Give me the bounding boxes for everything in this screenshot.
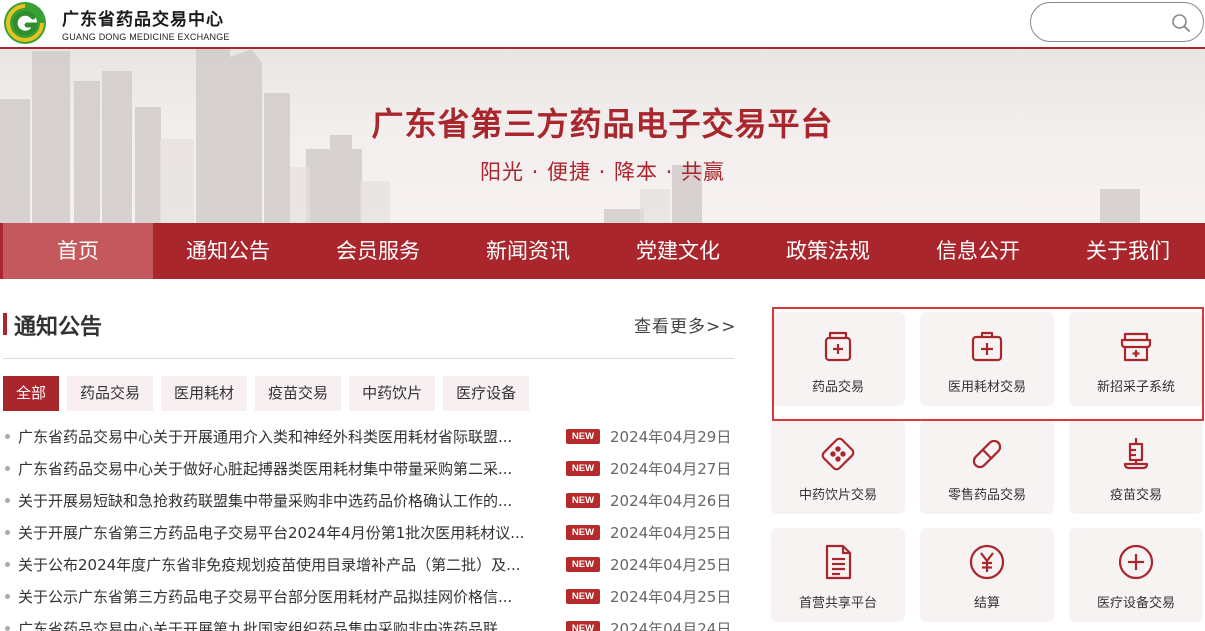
tab-medical-equipment[interactable]: 医疗设备 [443,376,530,411]
site-header: 广东省药品交易中心 GUANG DONG MEDICINE EXCHANGE [0,0,1205,47]
notice-list: 广东省药品交易中心关于开展通用介入类和神经外科类医用耗材省际联盟... NEW … [3,421,743,631]
new-badge: NEW [566,493,600,508]
section-divider [3,358,734,359]
new-badge: NEW [566,429,600,444]
nav-item-notices[interactable]: 通知公告 [153,223,303,279]
list-item[interactable]: 关于公布2024年度广东省非免疫规划疫苗使用目录增补产品（第二批）及... NE… [3,549,743,581]
view-more-link[interactable]: 查看更多>> [634,312,737,337]
service-tile-medicine-trade[interactable]: 药品交易 [771,312,905,406]
document-icon [825,544,852,580]
tab-medical-consumables[interactable]: 医用耗材 [161,376,248,411]
bullet-icon [5,434,10,439]
hero-banner: 广东省第三方药品电子交易平台 阳光 · 便捷 · 降本 · 共赢 [0,49,1205,223]
section-title-marker [3,313,7,335]
org-name-cn: 广东省药品交易中心 [62,10,224,30]
new-badge: NEW [566,461,600,476]
notice-title[interactable]: 广东省药品交易中心关于做好心脏起搏器类医用耗材集中带量采购第二采... [18,458,548,479]
nav-item-member-services[interactable]: 会员服务 [303,223,453,279]
new-badge: NEW [566,589,600,604]
list-item[interactable]: 关于开展易短缺和急抢救药联盟集中带量采购非中选药品价格确认工作的... NEW … [3,485,743,517]
notice-date: 2024年04月26日 [610,492,732,510]
category-tabs: 全部 药品交易 医用耗材 疫苗交易 中药饮片 医疗设备 [3,376,537,411]
service-tile-procurement-system[interactable]: 新招采子系统 [1069,312,1203,406]
procurement-system-icon [1120,332,1152,362]
notice-date: 2024年04月25日 [610,524,732,542]
nav-item-about[interactable]: 关于我们 [1053,223,1203,279]
list-item[interactable]: 关于开展广东省第三方药品电子交易平台2024年4月份第1批次医用耗材议... N… [3,517,743,549]
section-title-notices: 通知公告 [14,315,103,340]
tab-all[interactable]: 全部 [3,376,60,411]
nav-item-disclosure[interactable]: 信息公开 [903,223,1053,279]
main-nav: 首页 通知公告 会员服务 新闻资讯 党建文化 政策法规 信息公开 关于我们 [0,223,1205,279]
banner-slogan: 阳光 · 便捷 · 降本 · 共赢 [479,160,726,184]
bullet-icon [5,530,10,535]
nav-item-party-culture[interactable]: 党建文化 [603,223,753,279]
search-input[interactable] [1045,11,1175,33]
notice-title[interactable]: 广东省药品交易中心关于开展通用介入类和神经外科类医用耗材省际联盟... [18,426,548,447]
list-item[interactable]: 广东省药品交易中心关于开展第九批国家组织药品集中采购非中选药品联... NEW … [3,613,743,631]
service-label: 医用耗材交易 [947,380,1026,395]
service-tile-retail-medicine[interactable]: 零售药品交易 [920,420,1054,514]
tab-vaccine-trade[interactable]: 疫苗交易 [255,376,342,411]
list-item[interactable]: 广东省药品交易中心关于做好心脏起搏器类医用耗材集中带量采购第二采... NEW … [3,453,743,485]
service-tile-consumables-trade[interactable]: 医用耗材交易 [920,312,1054,406]
service-label: 药品交易 [811,380,864,395]
bullet-icon [5,626,10,631]
list-item[interactable]: 广东省药品交易中心关于开展通用介入类和神经外科类医用耗材省际联盟... NEW … [3,421,743,453]
search-box [1030,2,1204,42]
plus-circle-icon [1118,544,1154,580]
medicine-box-icon [824,331,852,362]
service-label: 首营共享平台 [798,596,877,611]
new-badge: NEW [566,525,600,540]
service-tile-settlement[interactable]: 结算 [920,528,1054,622]
notice-title[interactable]: 关于开展广东省第三方药品电子交易平台2024年4月份第1批次医用耗材议... [18,522,548,543]
list-item[interactable]: 关于公示广东省第三方药品电子交易平台部分医用耗材产品拟挂网价格信... NEW … [3,581,743,613]
vaccine-icon [1123,438,1149,470]
org-name-en: GUANG DONG MEDICINE EXCHANGE [62,32,230,42]
notice-date: 2024年04月25日 [610,588,732,606]
bullet-icon [5,466,10,471]
bullet-icon [5,594,10,599]
service-tile-first-sale-sharing[interactable]: 首营共享平台 [771,528,905,622]
yen-icon [969,544,1005,580]
medical-kit-icon [971,331,1003,362]
tab-herbal-pieces[interactable]: 中药饮片 [349,376,436,411]
tab-medicine-trade[interactable]: 药品交易 [67,376,154,411]
notice-title[interactable]: 关于开展易短缺和急抢救药联盟集中带量采购非中选药品价格确认工作的... [18,490,548,511]
service-tile-equipment-trade[interactable]: 医疗设备交易 [1069,528,1203,622]
notice-date: 2024年04月27日 [610,460,732,478]
new-badge: NEW [566,557,600,572]
service-tile-herbal-trade[interactable]: 中药饮片交易 [771,420,905,514]
notice-date: 2024年04月25日 [610,556,732,574]
nav-item-home[interactable]: 首页 [3,223,153,279]
notice-date: 2024年04月24日 [610,620,732,631]
notice-title[interactable]: 广东省药品交易中心关于开展第九批国家组织药品集中采购非中选药品联... [18,618,548,631]
banner-title: 广东省第三方药品电子交易平台 [371,105,834,143]
service-label: 零售药品交易 [947,488,1026,503]
logo-icon[interactable] [3,1,47,45]
service-tile-vaccine-trade[interactable]: 疫苗交易 [1069,420,1203,514]
search-icon[interactable] [1171,13,1191,33]
notice-title[interactable]: 关于公示广东省第三方药品电子交易平台部分医用耗材产品拟挂网价格信... [18,586,548,607]
bullet-icon [5,562,10,567]
service-label: 医疗设备交易 [1096,596,1175,611]
nav-item-policies[interactable]: 政策法规 [753,223,903,279]
new-badge: NEW [566,621,600,631]
notice-date: 2024年04月29日 [610,428,732,446]
capsule-icon [972,439,1002,469]
bullet-icon [5,498,10,503]
nav-item-news[interactable]: 新闻资讯 [453,223,603,279]
herbal-pill-icon [821,437,855,471]
service-label: 新招采子系统 [1096,380,1175,395]
service-label: 疫苗交易 [1109,488,1162,503]
service-label: 中药饮片交易 [798,488,877,503]
service-label: 结算 [973,596,1000,611]
notice-title[interactable]: 关于公布2024年度广东省非免疫规划疫苗使用目录增补产品（第二批）及... [18,554,548,575]
